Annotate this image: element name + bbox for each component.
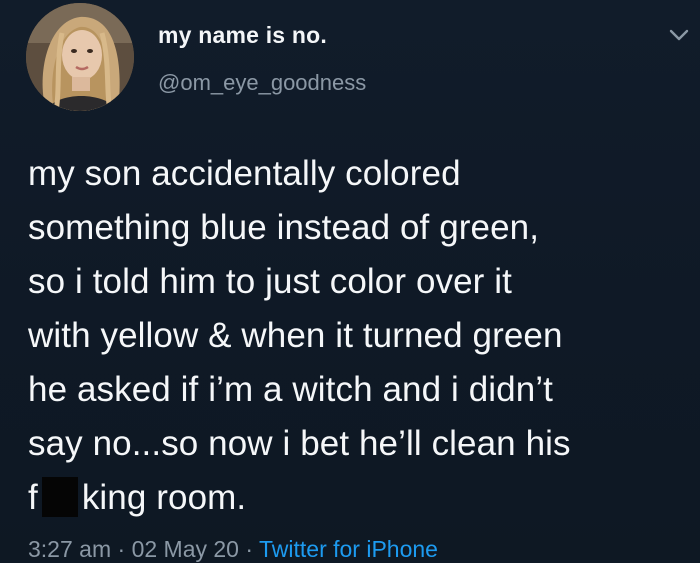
censor-box xyxy=(41,477,78,517)
tweet-text: my son accidentally colored something bl… xyxy=(28,147,693,525)
tweet-source-link[interactable]: Twitter for iPhone xyxy=(259,536,438,562)
tweet-card: my name is no. @om_eye_goodness my son a… xyxy=(0,0,700,563)
display-name[interactable]: my name is no. xyxy=(158,22,327,49)
avatar-photo xyxy=(26,3,134,111)
chevron-down-icon[interactable] xyxy=(664,20,694,50)
tweet-time[interactable]: 3:27 am xyxy=(28,536,111,562)
avatar[interactable] xyxy=(26,3,134,111)
tweet-line: something blue instead of green, xyxy=(28,208,540,247)
tweet-line: so i told him to just color over it xyxy=(28,262,512,301)
tweet-meta: 3:27 am · 02 May 20 · Twitter for iPhone xyxy=(28,536,438,563)
tweet-line: he asked if i’m a witch and i didn’t xyxy=(28,370,553,409)
tweet-line: say no...so now i bet he’ll clean his xyxy=(28,424,571,463)
user-handle[interactable]: @om_eye_goodness xyxy=(158,70,366,96)
censored-word-start: f xyxy=(28,478,38,517)
tweet-line: with yellow & when it turned green xyxy=(28,316,563,355)
tweet-line: my son accidentally colored xyxy=(28,154,461,193)
censored-word-end: king room. xyxy=(81,478,247,517)
tweet-date[interactable]: 02 May 20 xyxy=(132,536,239,562)
meta-separator: · xyxy=(111,536,132,562)
meta-separator: · xyxy=(238,536,259,562)
tweet-line-censored: f king room. xyxy=(28,471,693,525)
